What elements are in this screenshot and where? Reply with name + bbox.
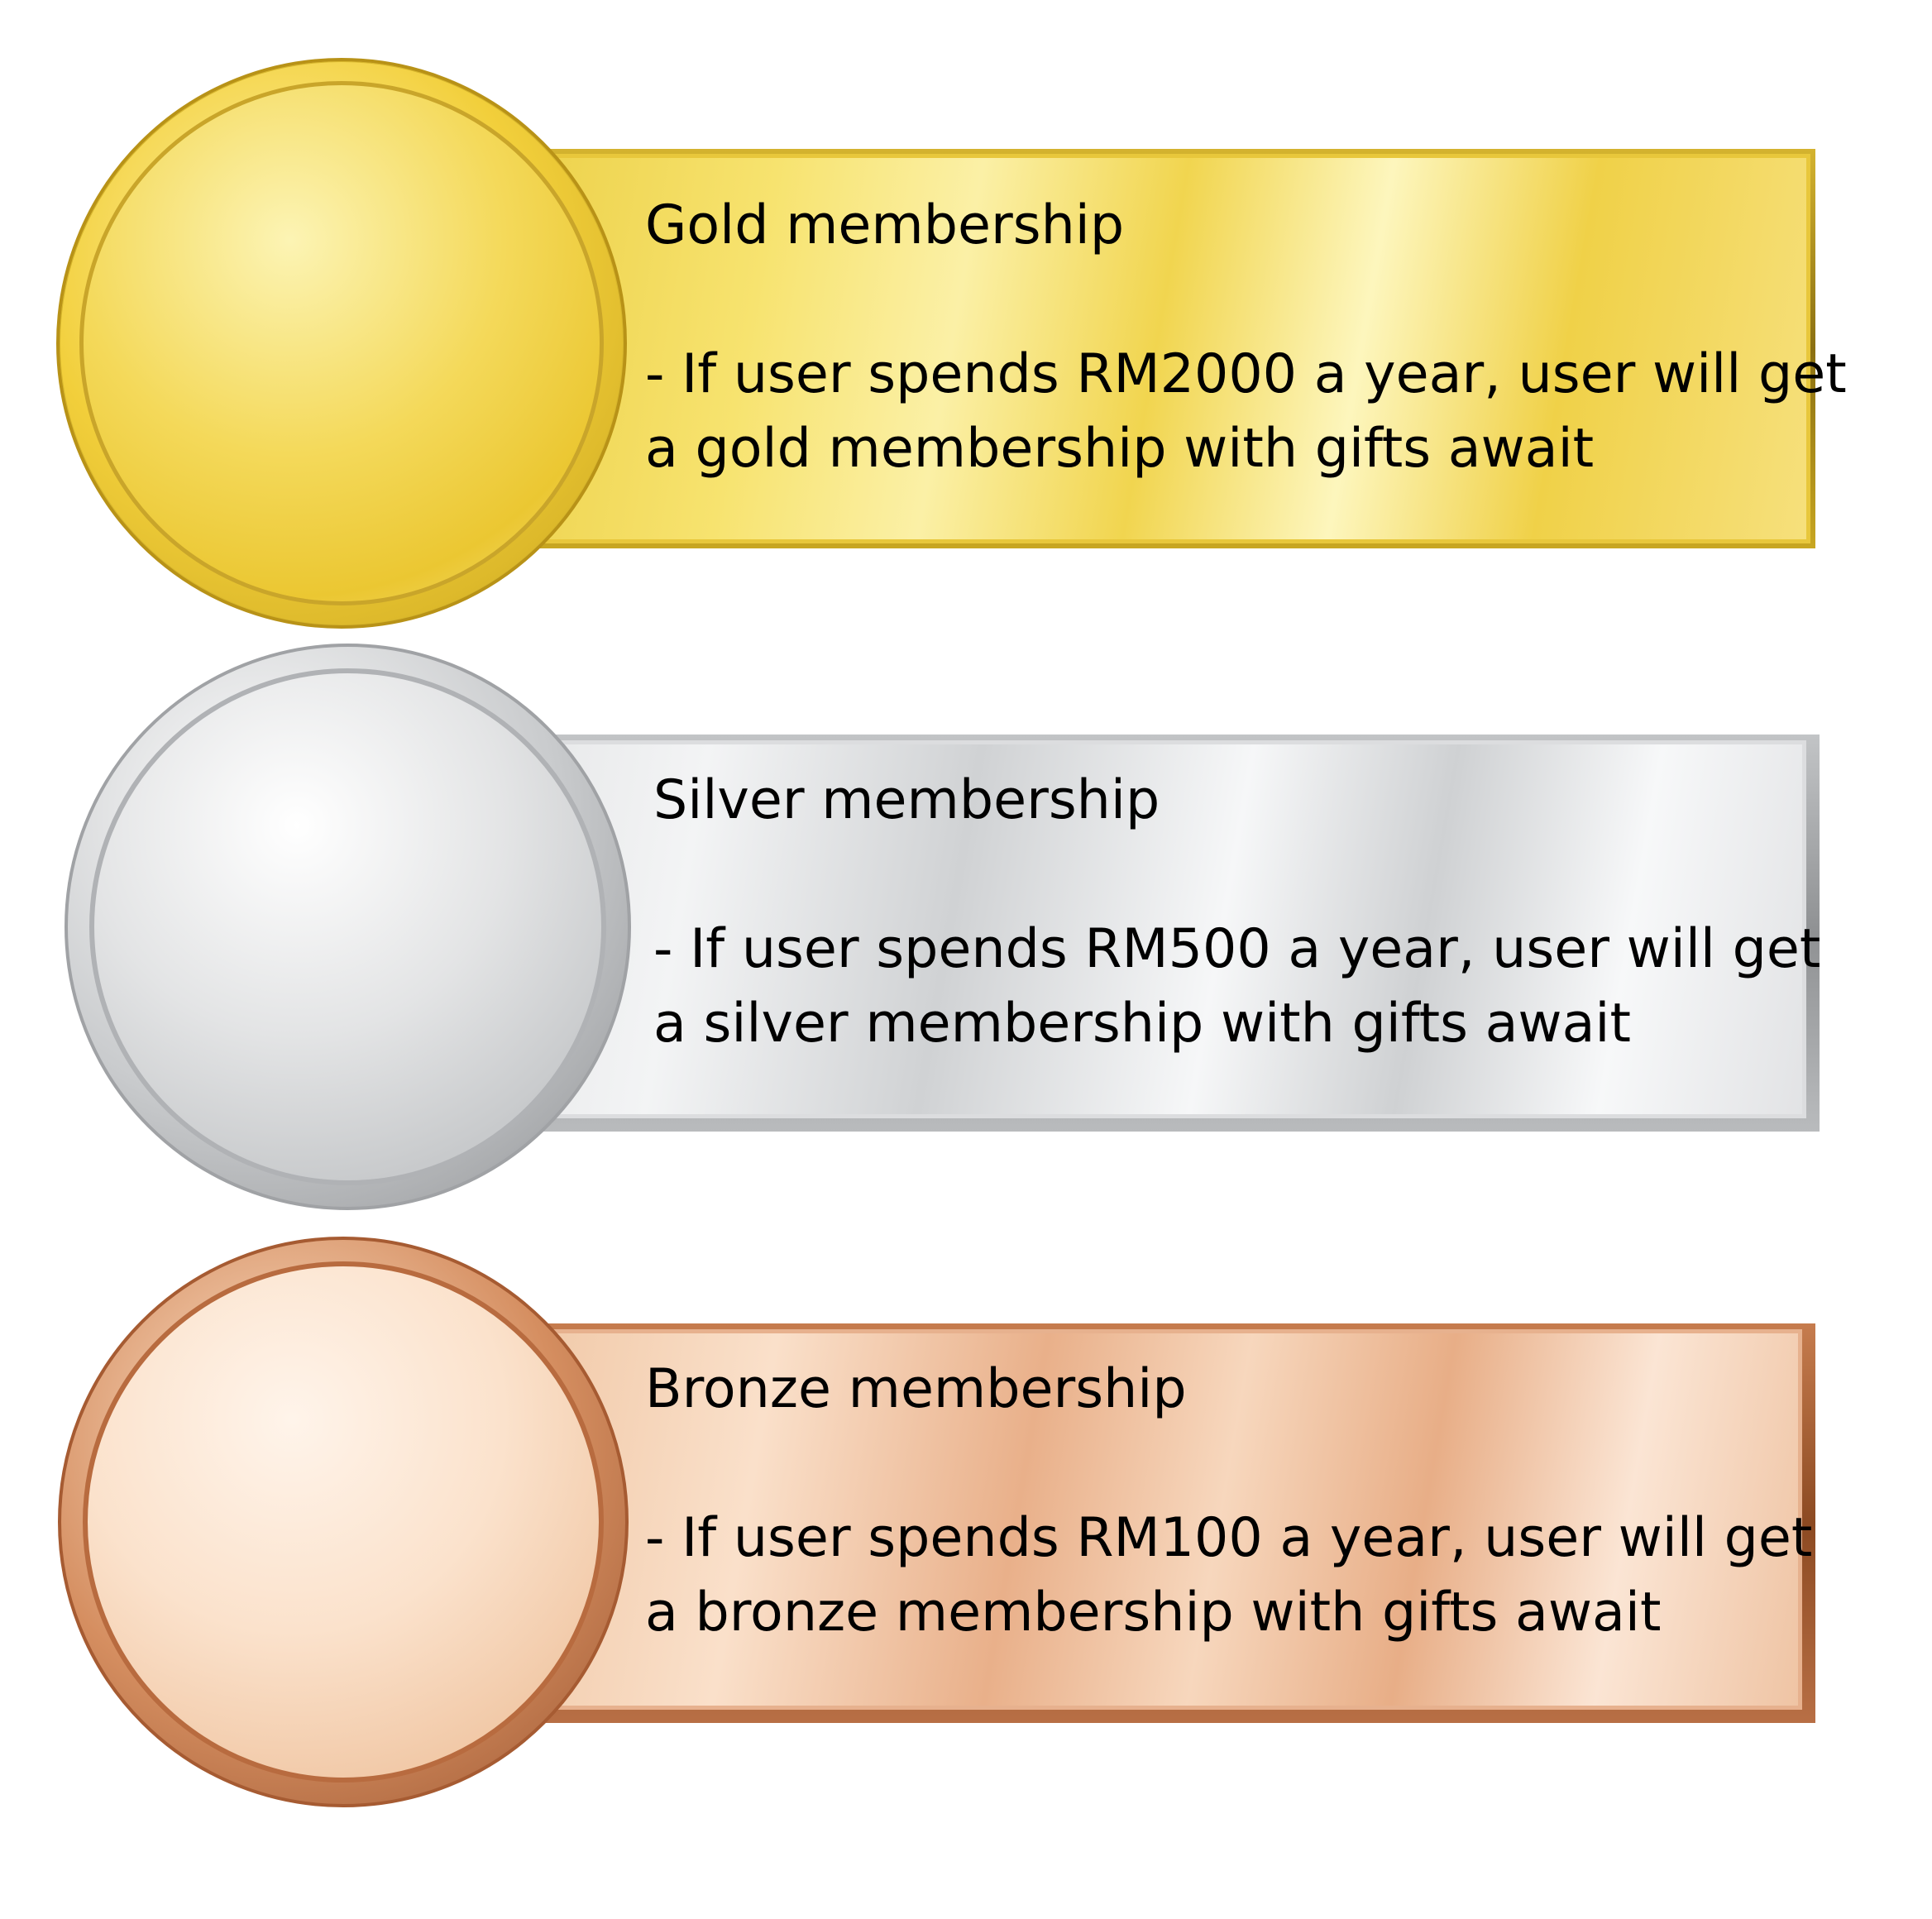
bronze-medal-icon [58,1237,629,1807]
gold-text: Gold membership - If user spends RM2000 … [645,189,1847,486]
bronze-description-line-1: - If user spends RM100 a year, user will… [645,1507,1813,1569]
silver-title: Silver membership [653,769,1160,831]
bronze-text: Bronze membership - If user spends RM100… [645,1352,1812,1650]
silver-membership-card: Silver membership - If user spends RM500… [0,644,1932,1223]
gold-description-line-2: a gold membership with gifts await [645,418,1595,480]
bronze-description-line-2: a bronze membership with gifts await [645,1582,1662,1644]
gold-medal-icon [56,58,627,629]
bronze-title: Bronze membership [645,1358,1187,1420]
gold-membership-card: Gold membership - If user spends RM2000 … [0,58,1932,637]
silver-medal-face [89,668,606,1185]
silver-description-line-1: - If user spends RM500 a year, user will… [653,918,1821,980]
bronze-membership-card: Bronze membership - If user spends RM100… [0,1237,1932,1816]
gold-medal-face [79,81,604,605]
bronze-medal-face [83,1261,604,1783]
gold-title: Gold membership [645,194,1125,256]
silver-medal-icon [65,644,631,1210]
silver-description-line-2: a silver membership with gifts await [653,993,1631,1055]
silver-text: Silver membership - If user spends RM500… [653,763,1820,1061]
gold-description-line-1: - If user spends RM2000 a year, user wil… [645,343,1847,405]
